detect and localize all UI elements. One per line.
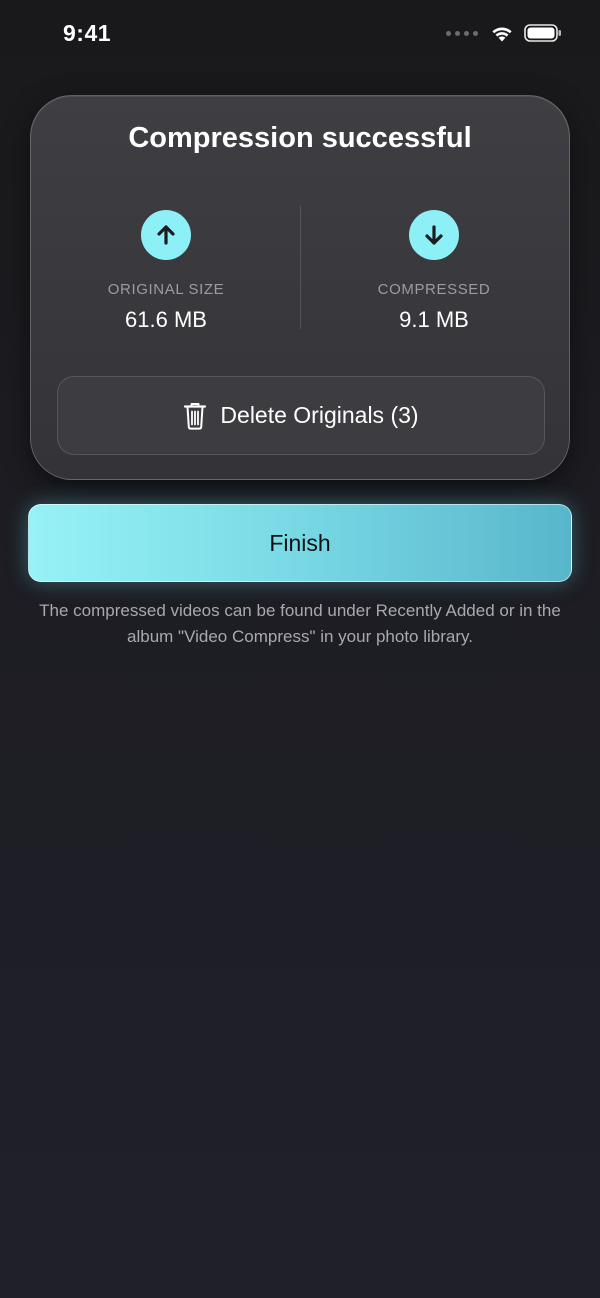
delete-originals-button[interactable]: Delete Originals (3) (57, 376, 545, 455)
status-time: 9:41 (63, 20, 112, 46)
card-title: Compression successful (128, 122, 472, 154)
finish-label: Finish (269, 529, 331, 556)
wifi-icon (492, 27, 512, 42)
compressed-size-label: COMPRESSED (377, 281, 491, 298)
info-text: The compressed videos can be found under… (39, 601, 561, 646)
finish-button[interactable]: Finish (28, 504, 572, 582)
battery-icon (524, 24, 561, 42)
original-size-label: ORIGINAL SIZE (107, 281, 225, 298)
compressed-size-stat: COMPRESSED 9.1 MB (299, 210, 569, 333)
cellular-signal-icon (446, 30, 478, 36)
compression-result-card: Compression successful ORIGINAL SIZE 61.… (30, 95, 570, 480)
delete-originals-label: Delete Originals (3) (220, 402, 419, 428)
status-icons (446, 24, 562, 42)
arrow-down-icon (409, 210, 459, 260)
compressed-size-value: 9.1 MB (399, 307, 469, 332)
original-size-value: 61.6 MB (125, 307, 207, 332)
original-size-stat: ORIGINAL SIZE 61.6 MB (31, 210, 301, 333)
status-bar: 9:41 (0, 0, 600, 70)
trash-icon (184, 402, 207, 430)
arrow-up-icon (141, 210, 191, 260)
